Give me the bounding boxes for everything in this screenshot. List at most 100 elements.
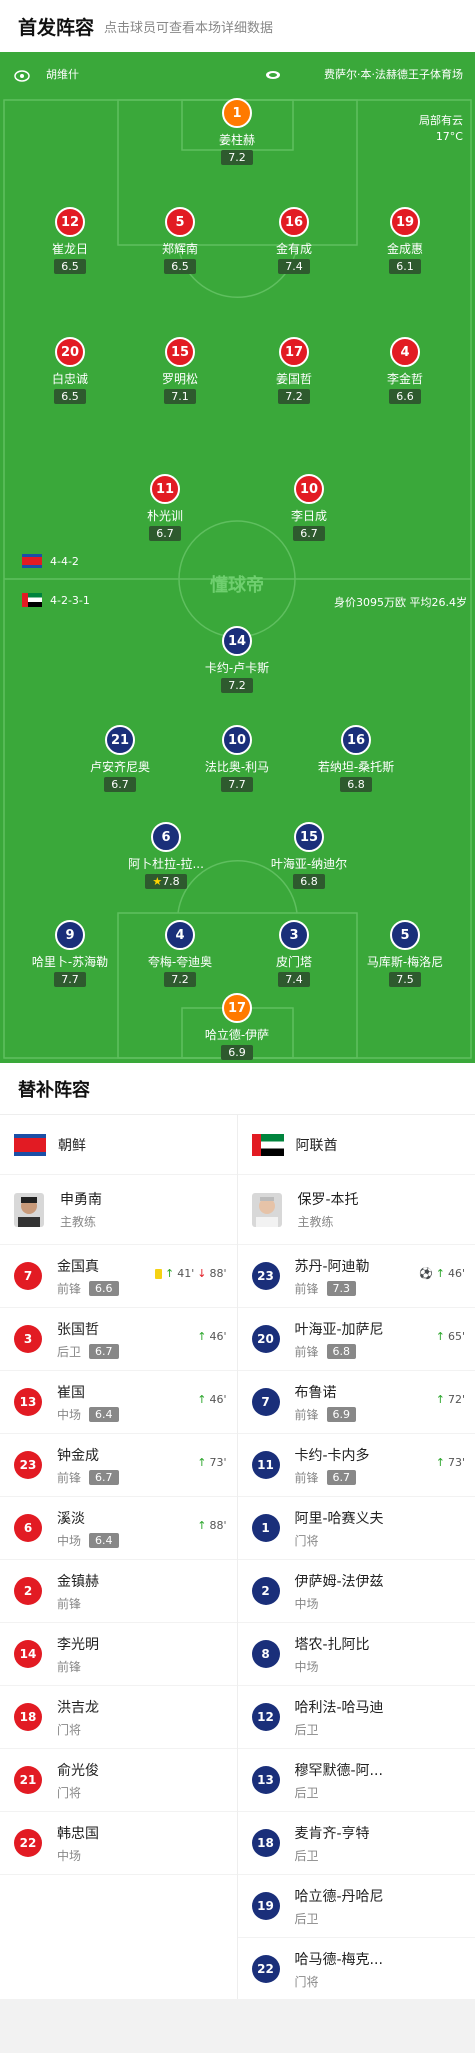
player-rating: 7.7 — [221, 777, 253, 792]
sub-player-row[interactable]: 2 伊萨姆-法伊兹 中场 — [237, 1560, 475, 1623]
sub-player-row[interactable]: 7 布鲁诺 前锋 6.9 ↑ 72' — [237, 1371, 475, 1434]
sub-player-row[interactable]: 13 崔国 中场 6.4 ↑ 46' — [0, 1371, 237, 1434]
player-name: 哈里卜-苏海勒 — [31, 955, 109, 969]
home-player-20[interactable]: 20 白忠诚 6.5 — [15, 337, 125, 404]
sub-number: 3 — [14, 1325, 42, 1353]
away-subs-column: 阿联酋 保罗-本托 主教练 23 苏丹-阿迪勒 前锋 7.3 ⚽ ↑ 46' 20 叶海亚-加萨… — [237, 1115, 475, 2001]
player-number: 5 — [165, 207, 195, 237]
sub-position: 中场 — [57, 1407, 82, 1422]
sub-player-row[interactable]: 12 哈利法-哈马迪 后卫 — [237, 1686, 475, 1749]
whistle-icon — [14, 67, 30, 86]
sub-player-row[interactable]: 11 卡约-卡内多 前锋 6.7 ↑ 73' — [237, 1434, 475, 1497]
player-number: 11 — [150, 474, 180, 504]
player-rating-value: 7.1 — [171, 390, 189, 403]
sub-number: 7 — [251, 1388, 280, 1416]
home-team-row[interactable]: 朝鲜 — [0, 1115, 237, 1175]
away-player-21[interactable]: 21 卢安齐尼奥 6.7 — [65, 725, 175, 792]
player-rating: 6.8 — [293, 874, 325, 889]
sub-name: 哈马德-梅克... — [294, 1951, 383, 1968]
sub-in-minute: 88' — [209, 1519, 227, 1532]
sub-player-row[interactable]: 23 苏丹-阿迪勒 前锋 7.3 ⚽ ↑ 46' — [237, 1245, 475, 1308]
home-player-10[interactable]: 10 李日成 6.7 — [254, 474, 364, 541]
sub-name: 钟金成 — [57, 1447, 99, 1464]
away-player-9[interactable]: 9 哈里卜-苏海勒 7.7 — [15, 920, 125, 987]
sub-name: 穆罕默德-阿... — [294, 1762, 383, 1779]
away-player-15[interactable]: 15 叶海亚-纳迪尔 6.8 — [254, 822, 364, 889]
away-player-6[interactable]: 6 阿卜杜拉-拉... ★7.8 — [111, 822, 221, 889]
player-rating-value: 6.9 — [228, 1046, 246, 1059]
coach-role: 主教练 — [60, 1215, 97, 1229]
player-rating-value: 6.5 — [171, 260, 189, 273]
pitch: 懂球帝 胡维什 费萨尔·本·法赫德王子体育场 局部有云 17°C 4-4-2 4… — [0, 52, 475, 1063]
sub-player-row[interactable]: 19 哈立德-丹哈尼 后卫 — [237, 1875, 475, 1938]
away-player-5[interactable]: 5 马库斯-梅洛尼 7.5 — [350, 920, 460, 987]
away-player-3[interactable]: 3 皮门塔 7.4 — [239, 920, 349, 987]
sub-position-row: 中场 — [295, 1595, 384, 1612]
player-rating-value: 7.2 — [228, 151, 246, 164]
sub-number: 6 — [14, 1514, 42, 1542]
sub-in-icon: ↑ — [435, 1393, 445, 1406]
player-number: 6 — [151, 822, 181, 852]
sub-player-row[interactable]: 18 麦肯齐-亨特 后卫 — [237, 1812, 475, 1875]
sub-position-row: 后卫 6.7 — [57, 1343, 119, 1360]
sub-player-row[interactable]: 6 溪淡 中场 6.4 ↑ 88' — [0, 1497, 237, 1560]
home-player-19[interactable]: 19 金成惠 6.1 — [350, 207, 460, 274]
sub-number: 20 — [251, 1325, 280, 1353]
player-rating: 7.5 — [389, 972, 421, 987]
sub-player-row[interactable]: 22 哈马德-梅克... 门将 — [237, 1938, 475, 2001]
player-rating-value: 7.7 — [228, 778, 246, 791]
home-player-11[interactable]: 11 朴光训 6.7 — [110, 474, 220, 541]
home-player-4[interactable]: 4 李金哲 6.6 — [350, 337, 460, 404]
player-rating-value: 7.4 — [285, 260, 303, 273]
player-name: 马库斯-梅洛尼 — [366, 955, 444, 969]
home-player-15[interactable]: 15 罗明松 7.1 — [125, 337, 235, 404]
player-rating-value: 6.8 — [300, 875, 318, 888]
home-player-5[interactable]: 5 郑辉南 6.5 — [125, 207, 235, 274]
away-formation: 4-2-3-1 — [50, 593, 90, 607]
sub-position-row: 前锋 — [57, 1595, 99, 1612]
sub-player-row[interactable]: 14 李光明 前锋 — [0, 1623, 237, 1686]
player-name: 李日成 — [290, 509, 327, 523]
player-rating: 6.5 — [54, 259, 86, 274]
player-name: 夸梅-夸迪奥 — [147, 955, 213, 969]
player-rating: 6.5 — [164, 259, 196, 274]
home-coach[interactable]: 申勇南 主教练 — [0, 1175, 237, 1245]
player-name: 金成惠 — [386, 242, 423, 256]
sub-name: 俞光俊 — [57, 1762, 99, 1779]
player-name: 哈立德-伊萨 — [204, 1028, 270, 1042]
sub-player-row[interactable]: 1 阿里-哈赛义夫 门将 — [237, 1497, 475, 1560]
north-korea-flag-icon — [22, 554, 42, 568]
sub-player-row[interactable]: 3 张国哲 后卫 6.7 ↑ 46' — [0, 1308, 237, 1371]
sub-player-row[interactable]: 20 叶海亚-加萨尼 前锋 6.8 ↑ 65' — [237, 1308, 475, 1371]
sub-player-row[interactable]: 7 金国真 前锋 6.6 ↑ 41' ↓ 88' — [0, 1245, 237, 1308]
away-team-row[interactable]: 阿联酋 — [237, 1115, 475, 1175]
away-coach[interactable]: 保罗-本托 主教练 — [237, 1175, 475, 1245]
player-number: 9 — [55, 920, 85, 950]
home-player-12[interactable]: 12 崔龙日 6.5 — [15, 207, 125, 274]
home-player-17[interactable]: 17 姜国哲 7.2 — [239, 337, 349, 404]
sub-in-minute: 46' — [209, 1393, 227, 1406]
sub-player-row[interactable]: 8 塔农-扎阿比 中场 — [237, 1623, 475, 1686]
away-player-17[interactable]: 17 哈立德-伊萨 6.9 — [182, 993, 292, 1060]
away-player-4[interactable]: 4 夸梅-夸迪奥 7.2 — [125, 920, 235, 987]
sub-player-row[interactable]: 2 金镇赫 前锋 — [0, 1560, 237, 1623]
sub-player-row[interactable]: 22 韩忠国 中场 — [0, 1812, 237, 1875]
sub-player-row[interactable]: 13 穆罕默德-阿... 后卫 — [237, 1749, 475, 1812]
away-player-16[interactable]: 16 若纳坦-桑托斯 6.8 — [301, 725, 411, 792]
sub-player-row[interactable]: 18 洪吉龙 门将 — [0, 1686, 237, 1749]
sub-in-minute: 46' — [209, 1330, 227, 1343]
sub-number: 2 — [251, 1577, 280, 1605]
sub-events: ↑ 65' — [436, 1330, 465, 1343]
player-rating: 7.4 — [278, 259, 310, 274]
away-player-14[interactable]: 14 卡约-卢卡斯 7.2 — [182, 626, 292, 693]
away-player-10[interactable]: 10 法比奥-利马 7.7 — [182, 725, 292, 792]
sub-position: 后卫 — [294, 1722, 319, 1737]
home-player-1[interactable]: 1 姜柱赫 7.2 — [182, 98, 292, 165]
player-rating: ★7.8 — [145, 874, 187, 889]
sub-position: 中场 — [294, 1659, 319, 1674]
home-player-16[interactable]: 16 金有成 7.4 — [239, 207, 349, 274]
coach-avatar — [251, 1192, 282, 1227]
sub-player-row[interactable]: 23 钟金成 前锋 6.7 ↑ 73' — [0, 1434, 237, 1497]
sub-position-row: 前锋 6.6 — [57, 1280, 119, 1297]
sub-player-row[interactable]: 21 俞光俊 门将 — [0, 1749, 237, 1812]
